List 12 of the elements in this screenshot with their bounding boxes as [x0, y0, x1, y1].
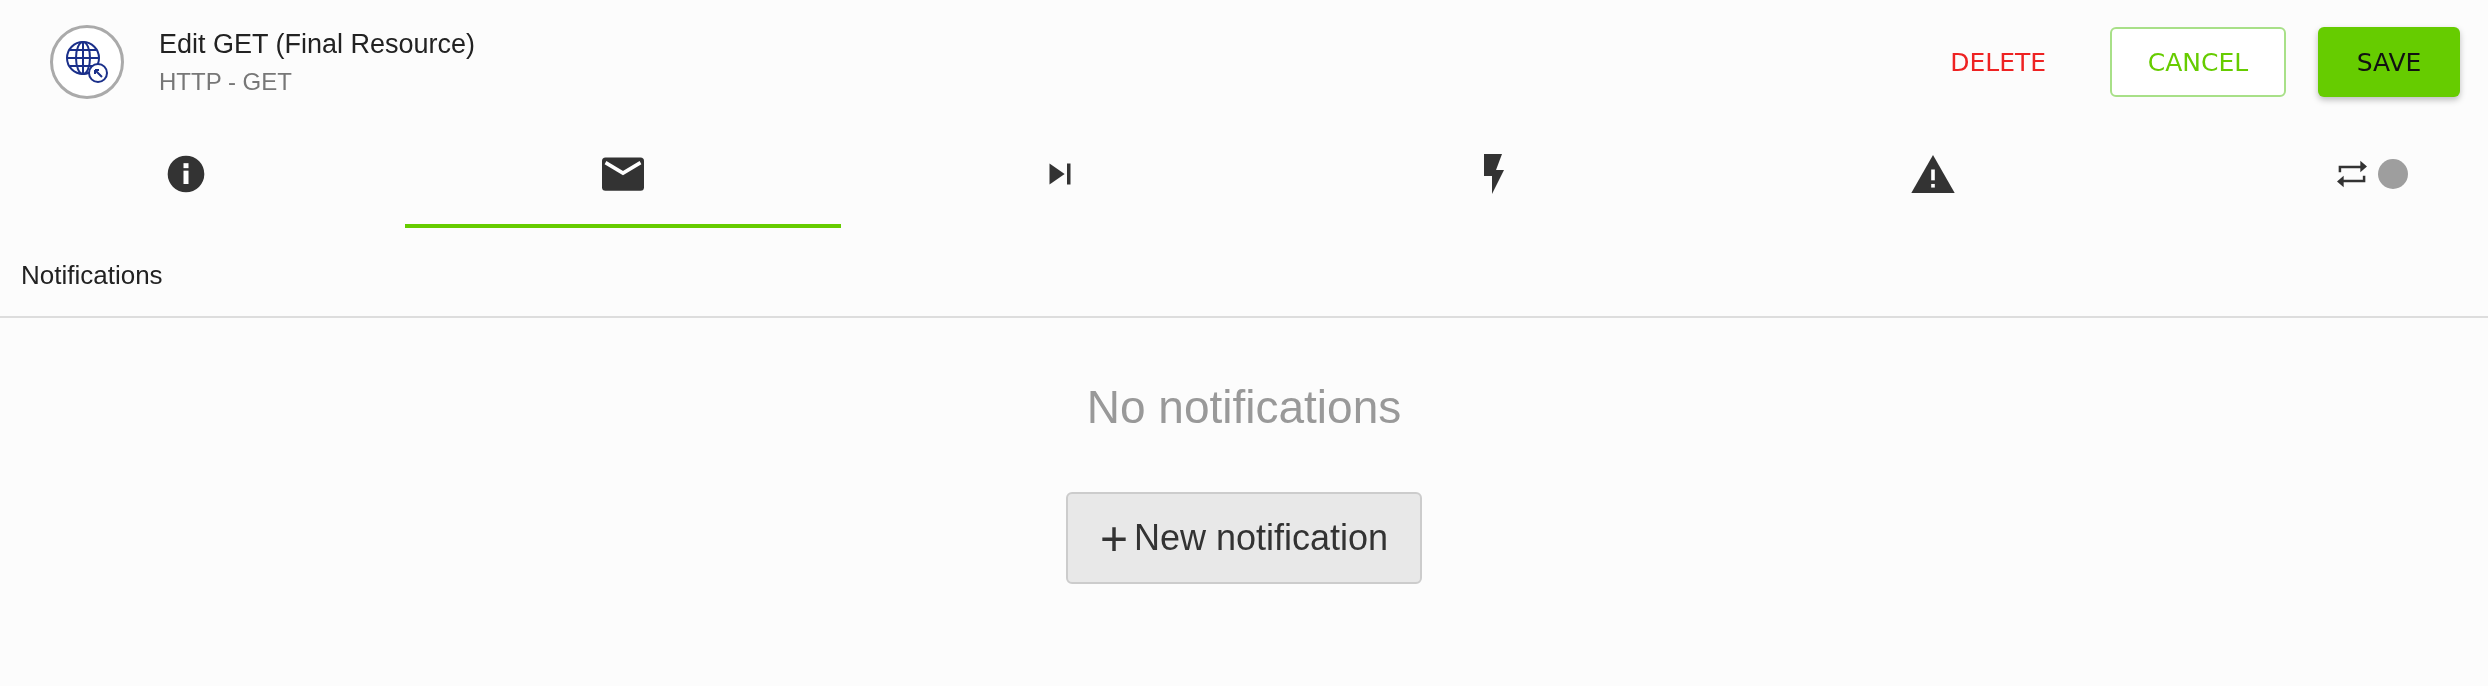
page-subtitle: HTTP - GET — [159, 67, 293, 96]
info-icon — [166, 154, 207, 194]
warning-icon — [1911, 155, 1955, 193]
globe-icon — [63, 38, 111, 86]
save-button[interactable]: SAVE — [2318, 27, 2460, 97]
mail-icon — [602, 157, 644, 191]
page-title: Edit GET (Final Resource) — [159, 28, 477, 60]
section-title: Notifications — [21, 260, 163, 290]
status-dot-icon — [2377, 159, 2408, 189]
empty-message: No notifications — [1086, 381, 1402, 433]
delete-button[interactable]: DELETE — [1918, 27, 2078, 97]
new-notification-button[interactable]: +New notification — [1066, 492, 1422, 584]
